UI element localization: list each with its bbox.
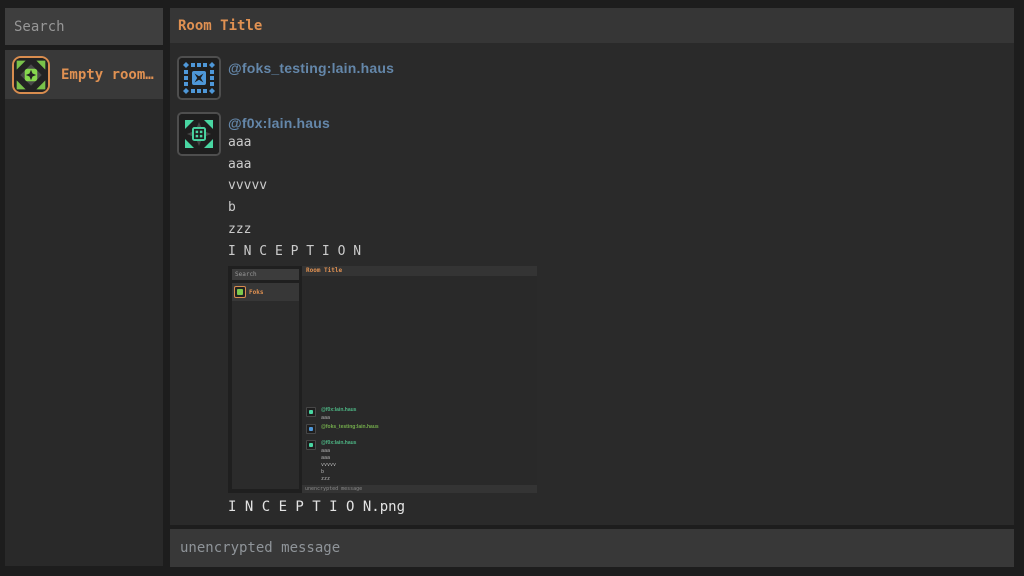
user-avatar-teal-window-icon[interactable]	[177, 112, 221, 156]
mini-message-text: vvvvv	[321, 462, 336, 468]
message-text: vvvvv	[228, 175, 267, 197]
message-text: I N C E P T I O N	[228, 241, 361, 263]
mini-message-text: zzz	[321, 476, 330, 482]
room-name-label: Empty room…	[61, 67, 154, 83]
mini-message-sender: @f0x:lain.haus	[321, 407, 356, 413]
message-timeline: @foks_testing:lain.haus @f0x:lain.haus a…	[170, 43, 1014, 525]
attached-image-inception[interactable]: Search Foks Room Title @f0x:lain.haus aa…	[228, 266, 537, 493]
mini-message-text: b	[321, 469, 324, 475]
mini-sidebar	[232, 301, 299, 489]
mini-message-sender: @foks_testing:lain.haus	[321, 424, 379, 430]
mini-message-text: aaa	[321, 448, 330, 454]
message-sender[interactable]: @f0x:lain.haus	[228, 115, 330, 131]
message-text: aaa	[228, 132, 251, 154]
attachment-filename[interactable]: I N C E P T I O N.png	[228, 499, 405, 515]
room-title: Room Title	[170, 18, 262, 34]
message-composer-input[interactable]	[170, 529, 1014, 567]
mini-search-input: Search	[232, 269, 299, 280]
mini-message-text: aaa	[321, 455, 330, 461]
message-sender[interactable]: @foks_testing:lain.haus	[228, 60, 394, 76]
room-list-item-empty-room[interactable]: Empty room…	[5, 50, 163, 99]
message-text: b	[228, 197, 236, 219]
mini-room-item: Foks	[232, 283, 299, 301]
user-avatar-blue-dots-icon[interactable]	[177, 56, 221, 100]
mini-avatar-blue-icon	[306, 424, 316, 434]
mini-avatar-teal-icon	[306, 440, 316, 450]
mini-room-avatar-icon	[234, 286, 246, 298]
mini-composer: unencrypted message	[302, 485, 537, 493]
mini-message-area	[302, 276, 537, 485]
room-list-sidebar: Empty room…	[5, 8, 163, 566]
search-input[interactable]	[5, 8, 163, 45]
message-text: aaa	[228, 154, 251, 176]
mini-message-text: aaa	[321, 415, 330, 421]
mini-room-name: Foks	[249, 289, 263, 296]
room-header: Room Title	[170, 8, 1014, 43]
message-text: zzz	[228, 219, 251, 241]
room-avatar-green-sparkle-icon	[12, 56, 50, 94]
mini-avatar-teal-icon	[306, 407, 316, 417]
mini-room-title: Room Title	[302, 266, 537, 276]
mini-message-sender: @f0x:lain.haus	[321, 440, 356, 446]
